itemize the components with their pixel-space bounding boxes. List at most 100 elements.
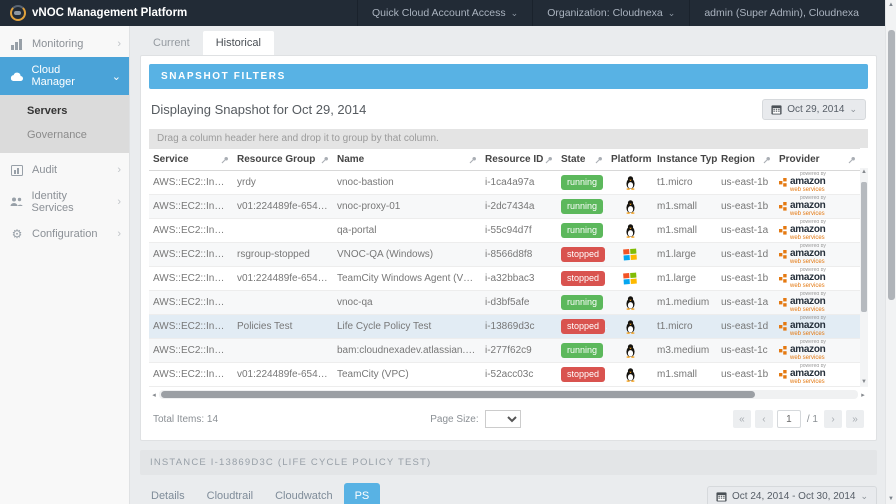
chevron-down-icon: ⌄	[849, 104, 857, 115]
linux-icon	[624, 223, 637, 238]
tab-ps[interactable]: PS	[344, 483, 381, 504]
sidebar-item-monitoring[interactable]: Monitoring ›	[0, 31, 129, 57]
bar-chart-icon	[10, 39, 24, 50]
snapshot-date-picker[interactable]: Oct 29, 2014 ⌄	[762, 99, 866, 120]
page-number-input[interactable]	[777, 410, 801, 428]
sidebar-item-servers[interactable]: Servers	[0, 99, 129, 123]
column-header[interactable]: Name	[333, 149, 481, 170]
page-size-select[interactable]	[485, 410, 521, 428]
cell-provider: powered by amazon web services	[775, 244, 860, 265]
table-horizontal-scrollbar[interactable]: ◂ ▸	[149, 389, 868, 400]
tab-details[interactable]: Details	[140, 483, 196, 504]
pin-icon[interactable]	[321, 156, 329, 164]
pin-icon[interactable]	[221, 156, 229, 164]
column-header[interactable]: Region	[717, 149, 775, 170]
column-header[interactable]: State	[557, 149, 607, 170]
cell-resource-id: i-52acc03c	[481, 369, 557, 380]
cell-service: AWS::EC2::Instance	[149, 249, 233, 260]
cell-region: us-east-1b	[717, 177, 775, 188]
cell-resource-group: v01:224489fe-6542-401e-83...	[233, 369, 333, 380]
cloud-manager-submenu: Servers Governance	[0, 95, 129, 153]
quick-cloud-account-access-menu[interactable]: Quick Cloud Account Access ⌄	[357, 0, 532, 26]
sidebar-item-governance[interactable]: Governance	[0, 123, 129, 147]
cell-name: VNOC-QA (Windows)	[333, 249, 481, 260]
cell-region: us-east-1b	[717, 201, 775, 212]
column-header-label: Resource Group	[237, 154, 315, 165]
aws-cubes-icon	[779, 273, 788, 284]
cell-resource-group: yrdy	[233, 177, 333, 188]
cell-service: AWS::EC2::Instance	[149, 345, 233, 356]
tab-historical[interactable]: Historical	[203, 31, 274, 55]
aws-cubes-icon	[779, 345, 788, 356]
table-row[interactable]: AWS::EC2::Instance vnoc-qa i-d3bf5afe ru…	[149, 291, 860, 315]
cell-instance-type: m1.small	[653, 225, 717, 236]
pin-icon[interactable]	[848, 156, 856, 164]
column-header[interactable]: Instance Type	[653, 149, 717, 170]
scroll-down-icon[interactable]: ▼	[886, 494, 896, 504]
column-header-label: Name	[337, 154, 364, 165]
sidebar-item-identity-services[interactable]: Identity Services ›	[0, 183, 129, 221]
state-badge: stopped	[561, 247, 605, 262]
cell-resource-id: i-2dc7434a	[481, 201, 557, 212]
table-row[interactable]: AWS::EC2::Instance v01:224489fe-6542-401…	[149, 363, 860, 387]
cell-name: vnoc-bastion	[333, 177, 481, 188]
cell-platform	[607, 367, 653, 382]
table-row[interactable]: AWS::EC2::Instance v01:224489fe-6542-401…	[149, 267, 860, 291]
cell-resource-id: i-1ca4a97a	[481, 177, 557, 188]
column-header[interactable]: Platform	[607, 149, 653, 170]
scroll-up-icon[interactable]: ▲	[860, 168, 868, 177]
last-page-button[interactable]: »	[846, 410, 864, 428]
tab-cloudwatch[interactable]: Cloudwatch	[264, 483, 343, 504]
cell-instance-type: m1.small	[653, 201, 717, 212]
next-page-button[interactable]: ›	[824, 410, 842, 428]
tab-current[interactable]: Current	[140, 31, 203, 55]
table-row[interactable]: AWS::EC2::Instance qa-portal i-55c94d7f …	[149, 219, 860, 243]
tab-cloudtrail[interactable]: Cloudtrail	[196, 483, 264, 504]
cell-name: qa-portal	[333, 225, 481, 236]
table-row[interactable]: AWS::EC2::Instance v01:224489fe-6542-401…	[149, 195, 860, 219]
cell-instance-type: t1.micro	[653, 321, 717, 332]
cell-instance-type: m1.medium	[653, 297, 717, 308]
table-row[interactable]: AWS::EC2::Instance yrdy vnoc-bastion i-1…	[149, 171, 860, 195]
user-menu[interactable]: admin (Super Admin), Cloudnexa	[689, 0, 873, 26]
cell-region: us-east-1a	[717, 297, 775, 308]
snapshot-filters-bar[interactable]: SNAPSHOT FILTERS	[149, 64, 868, 89]
column-header[interactable]: Provider	[775, 149, 860, 170]
cloud-icon	[10, 72, 23, 81]
groupby-drop-zone[interactable]: Drag a column header here and drop it to…	[149, 129, 868, 148]
pin-icon[interactable]	[595, 156, 603, 164]
first-page-button[interactable]: «	[733, 410, 751, 428]
aws-logo: powered by amazon web services	[779, 316, 856, 337]
table-row[interactable]: AWS::EC2::Instance rsgroup-stopped VNOC-…	[149, 243, 860, 267]
pin-icon[interactable]	[469, 156, 477, 164]
pin-icon[interactable]	[545, 156, 553, 164]
table-header-row: Service Resource Group Name Resource ID …	[149, 148, 860, 171]
sidebar-item-cloud-manager[interactable]: Cloud Manager ⌄	[0, 57, 129, 95]
table-row[interactable]: AWS::EC2::Instance bam:cloudnexadev.atla…	[149, 339, 860, 363]
column-header[interactable]: Service	[149, 149, 233, 170]
page-scrollbar[interactable]: ▲ ▼	[885, 0, 896, 504]
table-vertical-scrollbar[interactable]: ▲ ▼	[860, 168, 868, 387]
sidebar-item-configuration[interactable]: ⚙ Configuration ›	[0, 221, 129, 247]
cell-resource-id: i-55c94d7f	[481, 225, 557, 236]
h-scrollbar-thumb[interactable]	[161, 391, 755, 398]
scroll-down-icon[interactable]: ▼	[860, 378, 868, 387]
windows-icon	[623, 272, 637, 285]
state-badge: stopped	[561, 319, 605, 334]
prev-page-button[interactable]: ‹	[755, 410, 773, 428]
table-row[interactable]: AWS::EC2::Instance Policies Test Life Cy…	[149, 315, 860, 339]
scroll-right-icon[interactable]: ▸	[858, 391, 868, 399]
table-scrollbar-thumb[interactable]	[861, 182, 867, 312]
organization-menu[interactable]: Organization: Cloudnexa ⌄	[532, 0, 689, 26]
state-badge: running	[561, 199, 603, 214]
instance-date-range-picker[interactable]: Oct 24, 2014 - Oct 30, 2014 ⌄	[707, 486, 877, 504]
column-header[interactable]: Resource ID	[481, 149, 557, 170]
pin-icon[interactable]	[763, 156, 771, 164]
sidebar-item-audit[interactable]: Audit ›	[0, 157, 129, 183]
pagination: « ‹ / 1 › »	[733, 410, 864, 428]
scroll-up-icon[interactable]: ▲	[886, 0, 896, 10]
linux-icon	[624, 367, 637, 382]
column-header[interactable]: Resource Group	[233, 149, 333, 170]
page-scrollbar-thumb[interactable]	[888, 30, 895, 300]
scroll-left-icon[interactable]: ◂	[149, 391, 159, 399]
